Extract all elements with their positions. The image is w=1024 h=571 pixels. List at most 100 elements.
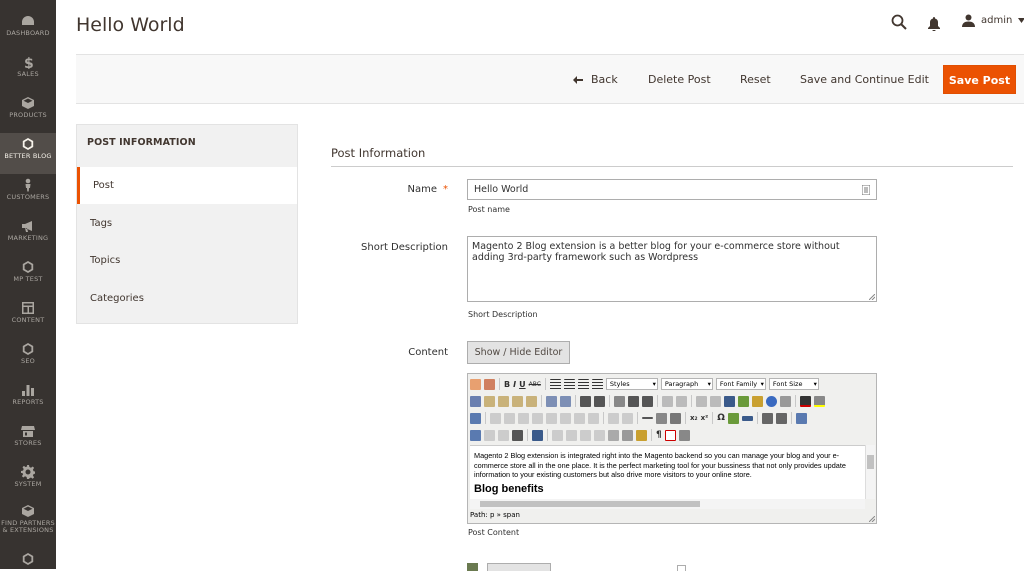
nav-mp-test[interactable]: MP TEST: [0, 256, 56, 297]
paste-text-icon[interactable]: [512, 395, 523, 407]
paste-word-icon[interactable]: [526, 395, 537, 407]
underline-icon[interactable]: U: [519, 380, 526, 389]
subscript-icon[interactable]: x₂: [690, 414, 698, 422]
cite-icon[interactable]: [552, 429, 563, 441]
italic-icon[interactable]: I: [513, 380, 516, 389]
resize-handle-icon[interactable]: [869, 294, 875, 300]
tab-tags[interactable]: Tags: [77, 205, 297, 242]
cut-icon[interactable]: [470, 395, 481, 407]
hr-advanced-icon[interactable]: [741, 415, 753, 421]
html-source-icon[interactable]: [780, 395, 791, 407]
acronym-icon[interactable]: [580, 429, 591, 441]
remove-format-icon[interactable]: [656, 412, 667, 424]
widget-icon[interactable]: [470, 378, 481, 390]
del-icon[interactable]: [594, 429, 605, 441]
bold-icon[interactable]: B: [504, 380, 510, 389]
toggle-editor-button[interactable]: Show / Hide Editor: [467, 341, 570, 364]
paste-icon[interactable]: [498, 395, 509, 407]
styleprops-icon[interactable]: [532, 429, 543, 441]
template-icon[interactable]: [636, 429, 647, 441]
insert-layer-icon[interactable]: [470, 429, 481, 441]
nav-marketing[interactable]: MARKETING: [0, 215, 56, 256]
resize-handle-icon[interactable]: [869, 516, 875, 522]
table-icon[interactable]: [470, 412, 481, 424]
copy-icon[interactable]: [484, 395, 495, 407]
ltr-icon[interactable]: [761, 412, 773, 424]
nav-products[interactable]: PRODUCTS: [0, 92, 56, 133]
back-button[interactable]: Back: [573, 73, 618, 86]
editor-vertical-scrollbar[interactable]: [865, 445, 875, 499]
attribs-icon[interactable]: [622, 429, 633, 441]
image-icon[interactable]: [484, 378, 495, 390]
replace-icon[interactable]: [560, 395, 571, 407]
delete-row-icon[interactable]: [546, 412, 557, 424]
cell-props-icon[interactable]: [504, 412, 515, 424]
visual-aid-icon[interactable]: [670, 412, 681, 424]
nav-dashboard[interactable]: DASHBOARD: [0, 10, 56, 51]
nav-customers[interactable]: CUSTOMERS: [0, 174, 56, 215]
move-backward-icon[interactable]: [498, 429, 509, 441]
tab-categories[interactable]: Categories: [77, 280, 297, 317]
nav-find-partners[interactable]: FIND PARTNERS & EXTENSIONS: [0, 500, 56, 546]
bell-icon[interactable]: [928, 16, 940, 35]
numbered-list-icon[interactable]: [594, 395, 605, 407]
abbr-icon[interactable]: [566, 429, 577, 441]
row-props-icon[interactable]: [490, 412, 501, 424]
choose-file-button[interactable]: [487, 563, 551, 571]
delete-col-icon[interactable]: [588, 412, 599, 424]
split-cells-icon[interactable]: [608, 412, 619, 424]
tab-topics[interactable]: Topics: [77, 242, 297, 279]
admin-user-menu[interactable]: admin: [962, 14, 1024, 27]
nav-reports[interactable]: REPORTS: [0, 379, 56, 420]
editor-content-area[interactable]: Magento 2 Blog extension is integrated r…: [470, 445, 865, 499]
blockquote-icon[interactable]: [642, 395, 653, 407]
absolute-icon[interactable]: [512, 429, 523, 441]
pagebreak-icon[interactable]: [678, 429, 690, 441]
save-post-button[interactable]: Save Post: [943, 65, 1016, 94]
insert-image-icon[interactable]: [738, 395, 749, 407]
delete-image-checkbox[interactable]: [677, 565, 686, 571]
superscript-icon[interactable]: x²: [701, 414, 709, 422]
nav-better-blog[interactable]: BETTER BLOG: [0, 133, 56, 174]
special-char-icon[interactable]: Ω: [717, 413, 725, 423]
reset-button[interactable]: Reset: [740, 73, 771, 86]
paragraph-select[interactable]: Paragraph ▾: [660, 378, 713, 390]
find-icon[interactable]: [546, 395, 557, 407]
nav-sales[interactable]: $ SALES: [0, 51, 56, 92]
short-description-textarea[interactable]: Magento 2 Blog extension is a better blo…: [467, 236, 877, 302]
search-icon[interactable]: [891, 14, 907, 34]
text-color-icon[interactable]: [800, 395, 811, 407]
nav-stores[interactable]: STORES: [0, 420, 56, 461]
ins-icon[interactable]: [608, 429, 619, 441]
strikethrough-icon[interactable]: ABC: [529, 381, 541, 388]
nonbreaking-icon[interactable]: [664, 429, 676, 441]
indent-icon[interactable]: [628, 395, 639, 407]
fullscreen-icon[interactable]: [795, 412, 807, 424]
name-input[interactable]: Hello World: [467, 179, 877, 200]
nav-system[interactable]: SYSTEM: [0, 461, 56, 502]
pilcrow-icon[interactable]: ¶: [656, 430, 662, 440]
unlink-icon[interactable]: [710, 395, 721, 407]
save-continue-button[interactable]: Save and Continue Edit: [800, 73, 929, 86]
font-family-select[interactable]: Font Family ▾: [715, 378, 766, 390]
styles-select[interactable]: Styles ▾: [605, 378, 658, 390]
rtl-icon[interactable]: [775, 412, 787, 424]
row-before-icon[interactable]: [518, 412, 529, 424]
align-right-icon[interactable]: [577, 378, 589, 390]
delete-post-button[interactable]: Delete Post: [648, 73, 711, 86]
nav-seo[interactable]: SEO: [0, 338, 56, 379]
font-size-select[interactable]: Font Size ▾: [768, 378, 819, 390]
background-color-icon[interactable]: [814, 395, 825, 407]
undo-icon[interactable]: [662, 395, 673, 407]
cleanup-icon[interactable]: [752, 395, 763, 407]
nav-extra[interactable]: [0, 548, 56, 569]
merge-cells-icon[interactable]: [622, 412, 633, 424]
align-justify-icon[interactable]: [591, 378, 603, 390]
link-icon[interactable]: [696, 395, 707, 407]
row-after-icon[interactable]: [532, 412, 543, 424]
outdent-icon[interactable]: [614, 395, 625, 407]
tab-post[interactable]: Post: [77, 167, 297, 204]
align-left-icon[interactable]: [549, 378, 561, 390]
align-center-icon[interactable]: [563, 378, 575, 390]
nav-content[interactable]: CONTENT: [0, 297, 56, 338]
